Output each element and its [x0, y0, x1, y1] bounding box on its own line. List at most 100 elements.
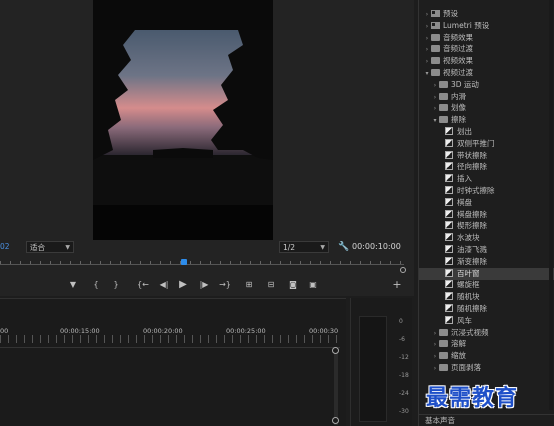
effect-folder[interactable]: ▾ 视频过渡 — [419, 67, 554, 79]
effect-label: 随机块 — [457, 292, 480, 302]
go-to-in-button[interactable]: {← — [134, 278, 152, 292]
folder-icon — [439, 80, 448, 88]
chevron-right-icon[interactable]: › — [431, 363, 439, 375]
folder-icon — [439, 328, 448, 336]
transition-effect-icon — [445, 292, 453, 301]
transition-effect-icon — [445, 209, 453, 218]
effect-item[interactable]: 插入 — [419, 173, 554, 185]
transition-effect-icon — [445, 127, 453, 135]
effect-label: 径向擦除 — [457, 162, 487, 172]
db-label: -6 — [399, 336, 405, 343]
folder-icon — [431, 10, 440, 17]
timeline-scrollbar[interactable] — [332, 347, 339, 425]
effect-item[interactable]: 径向擦除 — [419, 161, 554, 173]
effect-item[interactable]: 楔形擦除 — [419, 220, 554, 232]
step-forward-button[interactable]: |▶ — [196, 278, 212, 292]
effect-item[interactable]: 划出 — [419, 126, 554, 138]
effect-label: 水波块 — [457, 233, 480, 243]
effect-label: 百叶窗 — [457, 268, 480, 278]
transition-effect-icon — [445, 304, 453, 312]
scroll-handle-bottom[interactable] — [332, 417, 339, 424]
step-back-button[interactable]: ◀| — [156, 278, 172, 292]
playhead-timecode[interactable]: 02 — [0, 241, 10, 253]
fit-value: 适合 — [30, 243, 45, 252]
play-button[interactable]: ▶ — [176, 278, 190, 292]
effect-item[interactable]: 双侧平推门 — [419, 138, 554, 150]
effect-folder[interactable]: › 内滑 — [419, 91, 554, 103]
effect-label: 插入 — [457, 174, 472, 184]
timeline-tick-label: 00:00:30 — [309, 327, 339, 335]
effect-item[interactable]: 螺旋框 — [419, 279, 554, 291]
effect-label: 缩放 — [451, 351, 466, 361]
zoom-handle[interactable] — [400, 267, 406, 273]
essential-sound-panel-tab[interactable]: 基本声音 — [419, 414, 554, 426]
effect-folder[interactable]: › 划像 — [419, 102, 554, 114]
audio-meter: 0 -6 -12 -18 -24 -30 — [350, 298, 412, 426]
effect-folder[interactable]: › 预设 — [419, 8, 554, 20]
effect-folder[interactable]: ▾ 擦除 — [419, 114, 554, 126]
effect-label: 风车 — [457, 315, 472, 325]
effect-label: 预设 — [443, 9, 458, 18]
add-button[interactable]: + — [390, 278, 404, 292]
effect-folder[interactable]: › 沉浸式视频 — [419, 327, 554, 339]
effect-folder[interactable]: › 溶解 — [419, 338, 554, 350]
folder-icon — [431, 69, 440, 76]
monitor-time-ruler[interactable] — [0, 258, 408, 273]
compare-icon[interactable]: ▣ — [306, 278, 320, 292]
effect-folder[interactable]: › Lumetri 预设 — [419, 20, 554, 32]
effect-label: 擦除 — [451, 115, 466, 125]
effect-item[interactable]: 百叶窗 — [419, 267, 554, 280]
folder-icon — [431, 21, 440, 29]
timeline-tick-label: 00:00:20:00 — [143, 327, 183, 335]
effect-item[interactable]: 油漆飞溅 — [419, 244, 554, 256]
folder-icon — [439, 92, 448, 100]
scroll-handle-top[interactable] — [332, 347, 339, 354]
effect-folder[interactable]: › 音频过渡 — [419, 43, 554, 55]
fit-dropdown[interactable]: 适合 ▼ — [26, 241, 74, 253]
effect-item[interactable]: 渐变擦除 — [419, 256, 554, 268]
mark-in-button[interactable]: { — [89, 278, 103, 292]
wrench-icon[interactable]: 🔧 — [338, 241, 349, 253]
transition-effect-icon — [445, 280, 453, 289]
effect-item[interactable]: 随机块 — [419, 291, 554, 303]
effect-item[interactable]: 棋盘 — [419, 197, 554, 209]
mark-out-button[interactable]: } — [109, 278, 123, 292]
effect-label: 双侧平推门 — [457, 138, 495, 148]
resolution-value: 1/2 — [283, 243, 296, 252]
resolution-dropdown[interactable]: 1/2 ▼ — [279, 241, 329, 253]
extract-icon[interactable]: ⊟ — [264, 278, 278, 292]
transition-effect-icon — [445, 150, 453, 159]
camera-icon[interactable]: ◙ — [286, 278, 300, 292]
video-preview — [93, 0, 273, 240]
effect-label: 带状擦除 — [457, 150, 487, 160]
effect-item[interactable]: 带状擦除 — [419, 150, 554, 162]
playhead-marker[interactable] — [181, 259, 187, 265]
effects-scrollbar[interactable] — [549, 0, 553, 410]
effect-item[interactable]: 时钟式擦除 — [419, 185, 554, 197]
effect-label: 内滑 — [451, 91, 466, 101]
effect-label: 视频效果 — [443, 56, 473, 66]
effect-label: Lumetri 预设 — [443, 20, 490, 30]
db-label: -24 — [399, 390, 409, 397]
go-to-out-button[interactable]: →} — [216, 278, 234, 292]
effect-folder[interactable]: › 3D 运动 — [419, 79, 554, 91]
effect-item[interactable]: 风车 — [419, 315, 554, 327]
effect-item[interactable]: 随机擦除 — [419, 303, 554, 315]
timeline-ruler[interactable] — [0, 335, 340, 343]
transition-effect-icon — [445, 197, 453, 206]
lift-icon[interactable]: ⊞ — [242, 278, 256, 292]
effect-label: 划像 — [451, 103, 466, 113]
sunset-tree-image — [93, 0, 273, 240]
timeline-tick-label: 00:00:15:00 — [60, 327, 100, 335]
effect-folder[interactable]: › 音频效果 — [419, 32, 554, 44]
folder-icon — [439, 340, 448, 348]
effect-folder[interactable]: › 视频效果 — [419, 55, 554, 67]
effect-folder[interactable]: › 缩放 — [419, 350, 554, 362]
folder-icon — [439, 116, 448, 124]
effect-label: 棋盘擦除 — [457, 209, 487, 219]
effect-item[interactable]: 棋盘擦除 — [419, 209, 554, 221]
effect-folder[interactable]: › 页面剥落 — [419, 362, 554, 374]
effect-item[interactable]: 水波块 — [419, 232, 554, 244]
add-marker-button[interactable]: ▼ — [66, 278, 80, 292]
chevron-down-icon: ▼ — [65, 244, 70, 251]
